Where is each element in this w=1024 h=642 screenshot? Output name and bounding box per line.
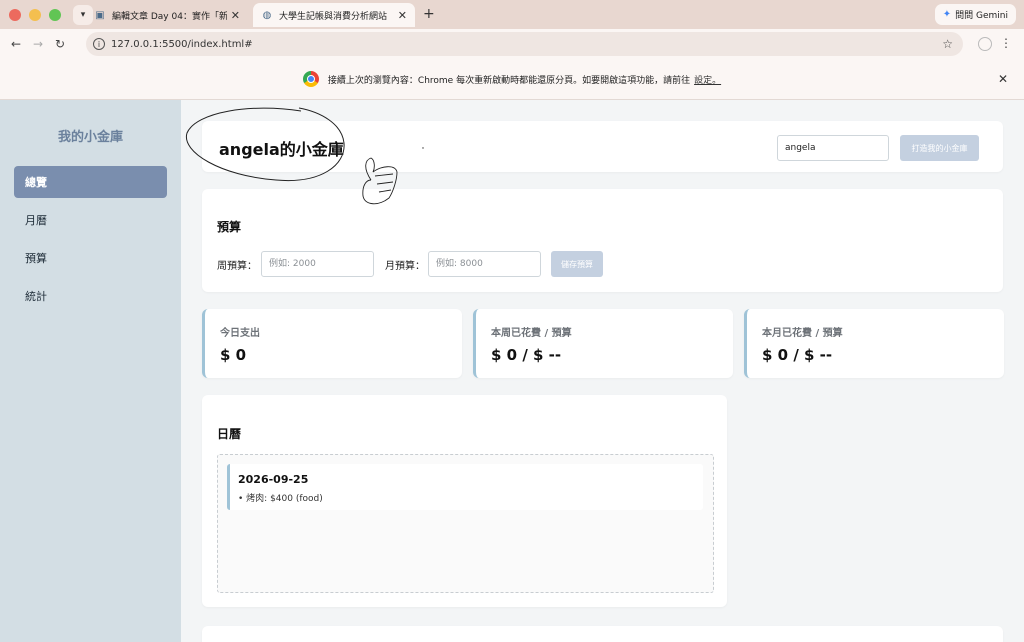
weekly-spending-card: 本周已花費 / 預算 $ 0 / $ --	[473, 309, 733, 378]
minimize-window-button[interactable]	[29, 8, 41, 21]
chrome-logo-icon	[302, 71, 319, 87]
new-tab-button[interactable]: +	[423, 6, 435, 22]
sidebar: 我的小金庫 總覽 月曆 預算 統計	[0, 100, 181, 642]
gemini-sparkle-icon: ✦	[942, 9, 952, 20]
site-info-icon[interactable]: i	[93, 38, 105, 50]
next-section-card	[202, 626, 1003, 642]
calendar-section-title: 日曆	[217, 427, 242, 441]
weekly-budget-label: 周預算：	[217, 261, 257, 272]
url-input[interactable]: i 127.0.0.1:5500/index.html# ☆	[86, 32, 963, 56]
close-tab-icon[interactable]: ✕	[231, 9, 240, 22]
budget-card: 預算 周預算： 月預算： 儲存預算	[202, 189, 1003, 292]
stat-label: 今日支出	[220, 328, 260, 339]
tab-article-editor[interactable]: ▣ 編輯文章 Day 04：實作「新增 ✕	[86, 3, 248, 27]
calendar-list: 2026-09-25 • 烤肉: $400 (food)	[217, 454, 714, 593]
stat-label: 本周已花費 / 預算	[491, 328, 572, 339]
monthly-budget-input[interactable]	[428, 251, 541, 277]
stat-value: $ 0 / $ --	[491, 346, 562, 364]
forward-arrow-icon[interactable]: →	[27, 37, 49, 51]
settings-link[interactable]: 設定。	[694, 73, 721, 86]
close-window-button[interactable]	[9, 8, 21, 21]
sidebar-item-overview[interactable]: 總覽	[14, 166, 167, 198]
build-vault-button[interactable]: 打造我的小金庫	[900, 135, 979, 161]
reload-icon[interactable]: ↻	[49, 37, 71, 51]
globe-icon: ◍	[262, 9, 272, 21]
stat-value: $ 0 / $ --	[762, 346, 833, 364]
stat-label: 本月已花費 / 預算	[762, 328, 843, 339]
name-input[interactable]	[777, 135, 889, 161]
tab-title: 編輯文章 Day 04：實作「新增	[112, 11, 227, 22]
sidebar-item-budget[interactable]: 預算	[14, 242, 167, 274]
url-text: 127.0.0.1:5500/index.html#	[111, 38, 253, 50]
profile-avatar-icon[interactable]	[978, 37, 992, 51]
page-title: angela的小金庫	[219, 140, 344, 159]
brand-title: 我的小金庫	[57, 130, 123, 145]
site-favicon-icon: ▣	[95, 9, 105, 21]
bookmark-star-icon[interactable]: ☆	[942, 37, 953, 51]
chevron-down-icon: ▾	[80, 9, 86, 20]
back-arrow-icon[interactable]: ←	[5, 37, 27, 51]
more-menu-icon[interactable]: ⋮	[1000, 36, 1012, 50]
close-infobar-icon[interactable]: ✕	[998, 72, 1008, 86]
calendar-card: 日曆 2026-09-25 • 烤肉: $400 (food)	[202, 395, 727, 607]
header-card: angela的小金庫 打造我的小金庫	[202, 121, 1003, 172]
today-spending-card: 今日支出 $ 0	[202, 309, 462, 378]
address-bar-row: ← → ↻ i 127.0.0.1:5500/index.html# ☆ ⋮	[0, 29, 1024, 59]
save-budget-button[interactable]: 儲存預算	[551, 251, 603, 277]
list-item[interactable]: 2026-09-25 • 烤肉: $400 (food)	[227, 464, 703, 510]
weekly-budget-input[interactable]	[261, 251, 374, 277]
monthly-budget-label: 月預算：	[385, 261, 425, 272]
gemini-label: 問問 Gemini	[955, 11, 1008, 21]
tab-title: 大學生記帳與消費分析網站	[279, 11, 388, 22]
zoom-window-button[interactable]	[49, 8, 61, 21]
sidebar-item-calendar[interactable]: 月曆	[14, 204, 167, 236]
budget-section-title: 預算	[217, 220, 242, 234]
close-tab-icon[interactable]: ✕	[398, 9, 407, 22]
stat-value: $ 0	[220, 346, 247, 364]
entry-expense: • 烤肉: $400 (food)	[238, 494, 323, 504]
main-content: angela的小金庫 打造我的小金庫 預算 周預算： 月預算： 儲存預算 今日支…	[181, 100, 1024, 642]
tab-budget-app[interactable]: ◍ 大學生記帳與消費分析網站 ✕	[253, 3, 415, 27]
infobar-message: 接續上次的瀏覽內容：Chrome 每次重新啟動時都能還原分頁。如要開啟這項功能，…	[327, 75, 691, 86]
ask-gemini-button[interactable]: ✦ 問問 Gemini	[934, 4, 1016, 25]
restore-tabs-infobar: 接續上次的瀏覽內容：Chrome 每次重新啟動時都能還原分頁。如要開啟這項功能，…	[0, 59, 1024, 100]
sidebar-item-statistics[interactable]: 統計	[14, 280, 167, 312]
entry-date: 2026-09-25	[238, 473, 309, 486]
monthly-spending-card: 本月已花費 / 預算 $ 0 / $ --	[744, 309, 1004, 378]
window-controls	[9, 8, 61, 21]
